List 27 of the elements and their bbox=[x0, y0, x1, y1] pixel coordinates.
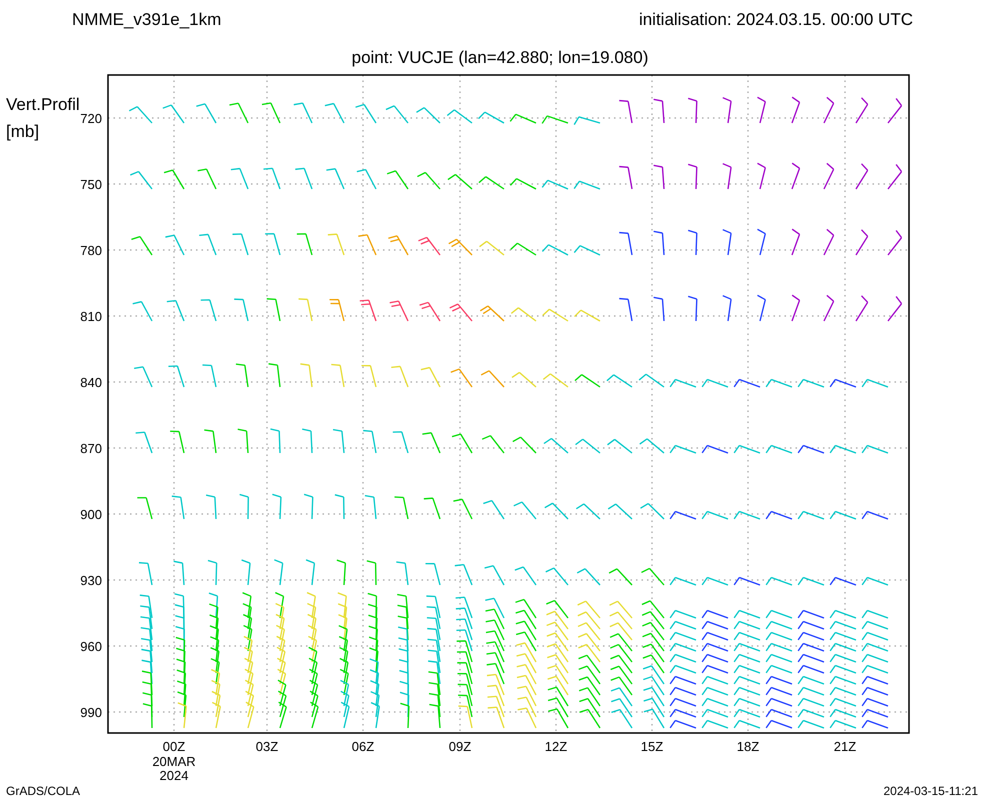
x-tick-label: 18Z bbox=[736, 739, 760, 754]
x-tick-label: 00Z bbox=[162, 739, 186, 754]
y-axis-label: Vert.Profil bbox=[6, 95, 80, 114]
x-tick-label: 15Z bbox=[640, 739, 664, 754]
x-tick-label: 21Z bbox=[834, 739, 856, 754]
y-tick-label: 870 bbox=[80, 441, 102, 456]
x-tick-label: 09Z bbox=[448, 739, 472, 754]
x-tick-label: 03Z bbox=[256, 739, 278, 754]
y-tick-label: 900 bbox=[80, 507, 102, 522]
y-tick-label: 840 bbox=[80, 375, 102, 390]
x-tick-label: 06Z bbox=[352, 739, 374, 754]
initialisation-time: initialisation: 2024.03.15. 00:00 UTC bbox=[638, 10, 913, 29]
y-tick-label: 780 bbox=[80, 243, 102, 258]
y-tick-label: 720 bbox=[80, 111, 102, 126]
y-tick-label: 750 bbox=[80, 177, 102, 192]
footer-timestamp: 2024-03-15-11:21 bbox=[883, 784, 978, 798]
footer-credit: GrADS/COLA bbox=[6, 784, 80, 798]
date-label: 2024 bbox=[160, 768, 188, 783]
y-tick-label: 930 bbox=[80, 573, 102, 588]
y-axis-label: [mb] bbox=[6, 122, 40, 141]
model-name: NMME_v391e_1km bbox=[72, 10, 222, 29]
date-label: 20MAR bbox=[152, 754, 196, 769]
x-tick-label: 12Z bbox=[544, 739, 568, 754]
point-title: point: VUCJE (lan=42.880; lon=19.080) bbox=[352, 48, 648, 67]
y-tick-label: 990 bbox=[80, 705, 102, 720]
y-tick-label: 810 bbox=[80, 309, 102, 324]
y-tick-label: 960 bbox=[80, 639, 102, 654]
